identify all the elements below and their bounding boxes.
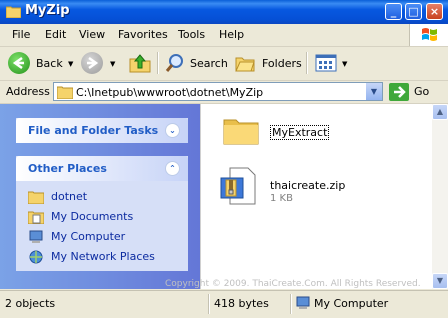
file-item-folder[interactable] [222,114,262,148]
file-folder-tasks-panel: File and Folder Tasks ⌄ [16,118,188,143]
status-separator [290,294,292,314]
views-icon[interactable] [315,53,341,73]
folders-icon[interactable] [234,52,258,74]
file-list: MyExtract thaicreate.zip 1 KB [208,104,432,289]
scroll-down-arrow-icon[interactable]: ▼ [432,273,448,289]
forward-dropdown-icon[interactable]: ▼ [110,60,115,68]
go-arrow-icon[interactable] [389,83,409,101]
folder-icon [223,119,259,145]
scroll-up-arrow-icon[interactable]: ▲ [432,104,448,120]
address-path: C:\Inetpub\wwwroot\dotnet\MyZip [76,86,264,99]
menu-file[interactable]: File [12,28,30,41]
other-places-list: dotnet My Documents My Computer My Netwo… [16,181,188,271]
menu-help[interactable]: Help [219,28,244,41]
up-folder-icon[interactable] [128,52,152,74]
place-my-network-places[interactable]: My Network Places [16,247,188,267]
zip-file-size: 1 KB [270,193,293,204]
place-my-computer[interactable]: My Computer [16,227,188,247]
minimize-button[interactable]: _ [385,3,402,20]
my-computer-icon [296,296,310,309]
address-label: Address [6,85,50,98]
menu-tools[interactable]: Tools [178,28,205,41]
collapse-chevron-icon[interactable]: ⌃ [165,161,180,176]
watermark-text: Copyright © 2009. ThaiCreate.Com. All Ri… [165,279,421,289]
title-bar[interactable]: MyZip _ □ × [0,0,448,24]
menu-favorites[interactable]: Favorites [118,28,168,41]
folder-icon [57,86,73,99]
zip-file-icon [220,167,256,205]
search-button[interactable]: Search [190,57,228,70]
file-folder-tasks-title: File and Folder Tasks [28,124,159,137]
menu-edit[interactable]: Edit [45,28,66,41]
status-bar: 2 objects 418 bytes My Computer [0,290,448,318]
close-button[interactable]: × [426,3,443,20]
back-dropdown-icon[interactable]: ▼ [68,60,73,68]
expand-chevron-icon[interactable]: ⌄ [165,123,180,138]
place-label: My Computer [51,230,126,243]
menu-view[interactable]: View [79,28,105,41]
toolbar-separator [306,52,308,74]
windows-logo-icon [409,24,448,46]
views-dropdown-icon[interactable]: ▼ [342,60,347,68]
network-places-icon [29,250,43,264]
task-pane: File and Folder Tasks ⌄ Other Places ⌃ d… [0,104,208,289]
status-size: 418 bytes [214,297,269,310]
folder-icon [28,191,44,204]
folder-icon [6,6,21,18]
place-my-documents[interactable]: My Documents [16,207,188,227]
vertical-scrollbar[interactable]: ▲ ▼ [432,104,448,289]
other-places-title: Other Places [28,162,107,175]
status-separator [208,294,210,314]
folder-name[interactable]: MyExtract [270,125,330,140]
other-places-panel: Other Places ⌃ dotnet My Documents My Co… [16,156,188,271]
menu-bar: File Edit View Favorites Tools Help [0,24,448,47]
other-places-header[interactable]: Other Places ⌃ [16,156,188,181]
explorer-window: MyZip _ □ × File Edit View Favorites Too… [0,0,448,318]
forward-arrow-icon[interactable] [81,52,103,74]
folders-button[interactable]: Folders [262,57,302,70]
back-button[interactable]: Back [36,57,63,70]
zip-file-name[interactable]: thaicreate.zip [270,179,345,192]
address-dropdown-icon[interactable]: ▼ [365,83,382,100]
place-dotnet[interactable]: dotnet [16,187,188,207]
go-button[interactable]: Go [414,85,429,98]
file-folder-tasks-header[interactable]: File and Folder Tasks ⌄ [16,118,188,143]
toolbar-separator [157,52,159,74]
place-label: dotnet [51,190,88,203]
search-icon[interactable] [164,52,186,74]
address-bar: Address C:\Inetpub\wwwroot\dotnet\MyZip … [0,81,448,104]
status-objects: 2 objects [5,297,56,310]
status-location: My Computer [314,297,389,310]
address-field[interactable]: C:\Inetpub\wwwroot\dotnet\MyZip ▼ [53,82,383,101]
back-arrow-icon[interactable] [8,52,30,74]
my-computer-icon [29,230,43,243]
place-label: My Documents [51,210,134,223]
place-label: My Network Places [51,250,155,263]
my-documents-icon [28,211,44,224]
file-item-zip[interactable] [220,166,260,206]
window-title: MyZip [25,3,70,18]
maximize-button[interactable]: □ [405,3,422,20]
standard-toolbar: Back ▼ ▼ Search Folders ▼ [0,47,448,81]
